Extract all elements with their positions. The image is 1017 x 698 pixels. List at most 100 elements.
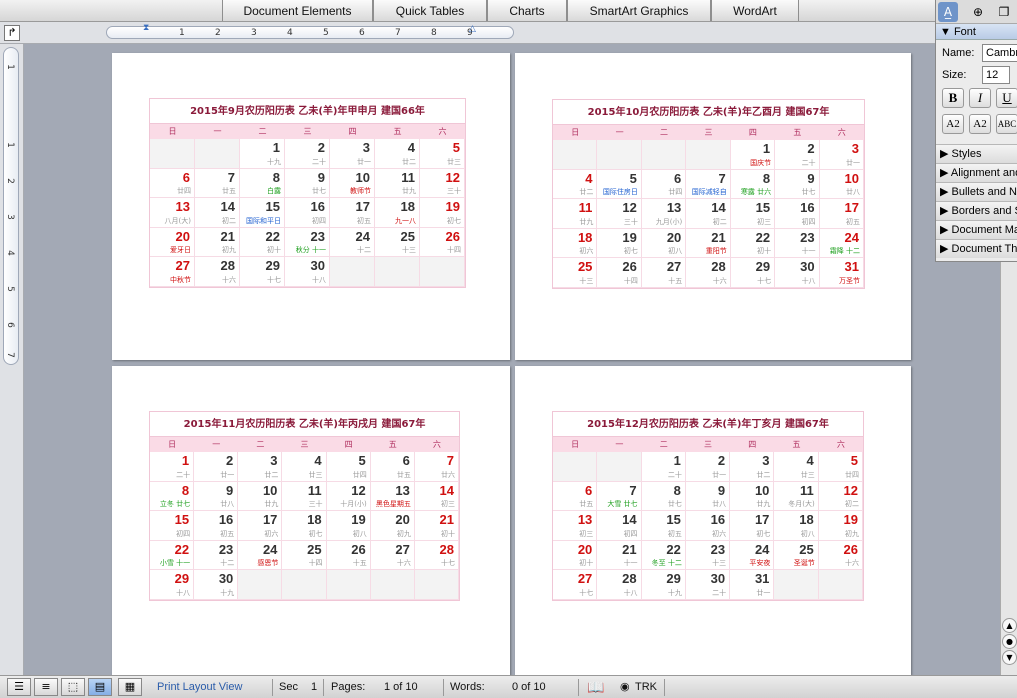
section-styles[interactable]: ▶ Styles <box>936 144 1017 163</box>
tab-selector-icon[interactable]: ↱ <box>4 25 20 41</box>
lunar-label: 十三 <box>712 559 727 567</box>
empty-cell <box>553 452 598 482</box>
scrapbook-icon[interactable]: ❐ <box>994 2 1014 22</box>
weekday-label: 三 <box>703 440 712 449</box>
day-number: 5 <box>629 170 637 186</box>
day-cell: 11 廿九 <box>375 168 420 198</box>
outline-view-button[interactable]: ≡ <box>34 678 58 696</box>
draft-view-button[interactable]: ☰ <box>7 678 31 696</box>
font-size-input[interactable]: 12 <box>982 66 1010 84</box>
object-palette-icon[interactable]: ⊕ <box>968 2 988 22</box>
print-layout-view-button[interactable]: ▤ <box>88 678 112 696</box>
page-2[interactable]: 2015年10月农历阳历表 乙未(羊)年乙酉月 建国67年日 一 二 三 四 五 六 1 国庆节… <box>515 53 911 360</box>
day-cell: 30 十八 <box>285 257 330 287</box>
lunar-label: 十一 <box>623 559 638 567</box>
notebook-view-button[interactable]: ▦ <box>118 678 142 696</box>
font-section-header[interactable]: ▼ Font <box>936 24 1017 40</box>
font-name-input[interactable]: Cambria <box>982 44 1017 62</box>
vruler-number: 1 <box>4 142 15 148</box>
bold-button[interactable]: B <box>942 88 964 108</box>
collapse-triangle-icon: ▼ <box>940 26 951 38</box>
day-cell: 14 初二 <box>195 198 240 228</box>
section-alignment[interactable]: ▶ Alignment and Spacing <box>936 163 1017 182</box>
track-changes-label[interactable]: TRK <box>635 681 657 693</box>
section-bullets[interactable]: ▶ Bullets and Numbering <box>936 182 1017 201</box>
italic-button[interactable]: I <box>969 88 991 108</box>
day-number: 27 <box>666 259 682 274</box>
tab-quick-tables[interactable]: Quick Tables <box>373 0 487 21</box>
calendar-grid: 1 十九 2 二十 3 廿一 4 廿二 5 廿三 6 廿四 7 廿五 8 白露 9 廿七 10 教师节 11 廿九 12 三十… <box>150 139 465 287</box>
spelling-book-icon[interactable]: 📖 <box>587 679 604 696</box>
day-number: 1 <box>181 453 190 468</box>
day-cell: 25 十四 <box>282 540 327 570</box>
next-page-icon[interactable]: ▼ <box>1002 650 1017 665</box>
day-number: 17 <box>844 200 859 215</box>
words-value[interactable]: 0 of 10 <box>512 681 546 693</box>
day-cell: 19 初九 <box>818 511 863 541</box>
subscript-button[interactable]: A2 <box>969 114 991 134</box>
lunar-label: 教师节 <box>350 187 371 195</box>
previous-page-icon[interactable]: ▲ <box>1002 618 1017 633</box>
day-number: 1 <box>762 141 771 156</box>
ruler-track[interactable]: 1 2 3 4 5 6 7 8 9 ⧗ △ <box>106 23 514 39</box>
publishing-view-button[interactable]: ⬚ <box>61 678 85 696</box>
underline-button[interactable]: U <box>996 88 1017 108</box>
day-cell: 28 十七 <box>414 540 459 570</box>
palette-toolbar: A̲ ⊕ ❐ <box>936 0 1017 24</box>
browse-object-icon[interactable]: ● <box>1002 634 1017 649</box>
day-cell: 18 初六 <box>553 228 598 258</box>
day-cell: 22 冬至 十二 <box>641 540 686 570</box>
section-theme[interactable]: ▶ Document Theme <box>936 239 1017 258</box>
document-area[interactable]: 2015年9月农历阳历表 乙未(羊)年甲申月 建国66年日一二三四五六 1 十九 2 二… <box>24 44 1000 675</box>
day-cell: 29 十七 <box>730 258 776 288</box>
lunar-label: 十二 <box>357 246 371 254</box>
day-cell: 7 廿五 <box>195 168 240 198</box>
calendar-title: 2015年10月农历阳历表 乙未(羊)年乙酉月 建国67年 <box>553 100 864 125</box>
day-cell: 21 初九 <box>195 227 240 257</box>
day-number: 3 <box>762 453 770 468</box>
lunar-label: 廿九 <box>579 217 594 226</box>
weekday-label: 五 <box>393 127 402 136</box>
left-indent-marker-icon[interactable]: ⧗ <box>143 23 149 33</box>
day-cell: 12 初二 <box>818 481 863 511</box>
day-cell: 9 廿八 <box>194 481 239 511</box>
lunar-label: 国际减轻自 <box>691 188 727 196</box>
day-cell: 11 廿九 <box>553 199 598 229</box>
tab-wordart[interactable]: WordArt <box>711 0 799 21</box>
small-caps-button[interactable]: ABC <box>996 114 1017 134</box>
vertical-ruler[interactable]: 1 1 2 3 4 5 6 7 <box>3 47 19 365</box>
vertical-scrollbar[interactable]: ▲ ● ▼ <box>1000 262 1017 675</box>
expand-triangle-icon: ▶ <box>940 148 949 160</box>
tab-document-elements[interactable]: Document Elements <box>222 0 373 21</box>
day-number: 15 <box>666 512 681 527</box>
section-borders[interactable]: ▶ Borders and Shading <box>936 201 1017 220</box>
superscript-button[interactable]: A2 <box>942 114 964 134</box>
lunar-label: 廿四 <box>177 187 191 195</box>
tab-smartart-graphics[interactable]: SmartArt Graphics <box>567 0 711 21</box>
day-cell: 29 十九 <box>641 570 686 600</box>
ribbon-tabbar: Document Elements Quick Tables Charts Sm… <box>0 0 1017 22</box>
day-number: 6 <box>402 453 410 468</box>
expand-triangle-icon: ▶ <box>940 224 949 236</box>
right-indent-marker-icon[interactable]: △ <box>469 24 476 34</box>
font-size-row: Size: 12 <box>936 64 1017 86</box>
vertical-ruler-area: 1 1 2 3 4 5 6 7 <box>0 44 24 675</box>
section-margins[interactable]: ▶ Document Margins <box>936 220 1017 239</box>
status-divider <box>578 679 579 696</box>
empty-cell <box>195 139 240 169</box>
calendar-title: 2015年11月农历阳历表 乙未(羊)年丙戌月 建国67年 <box>150 412 459 437</box>
page-1[interactable]: 2015年9月农历阳历表 乙未(羊)年甲申月 建国66年日 一 二 三 四 五 六 1 十九 2 二… <box>112 53 510 360</box>
day-number: 28 <box>622 571 637 586</box>
page-3[interactable]: 2015年11月农历阳历表 乙未(羊)年丙戌月 建国67年日一二三四五六 1 二十 2… <box>112 366 510 675</box>
day-number: 14 <box>711 200 726 215</box>
calendar-november: 2015年11月农历阳历表 乙未(羊)年丙戌月 建国67年日一二三四五六 1 二十 2… <box>149 411 460 601</box>
empty-cell <box>597 140 642 170</box>
lunar-label: 十四 <box>623 276 638 285</box>
day-number: 18 <box>577 229 593 245</box>
day-number: 31 <box>754 571 770 586</box>
page-4[interactable]: 2015年12月农历阳历表 乙未(羊)年丁亥月 建国67年日一二三四五六 1 二十 2… <box>515 366 911 675</box>
pages-value[interactable]: 1 of 10 <box>384 681 418 693</box>
tab-charts[interactable]: Charts <box>487 0 567 21</box>
empty-cell <box>420 257 465 287</box>
formatting-palette-icon[interactable]: A̲ <box>938 2 958 22</box>
